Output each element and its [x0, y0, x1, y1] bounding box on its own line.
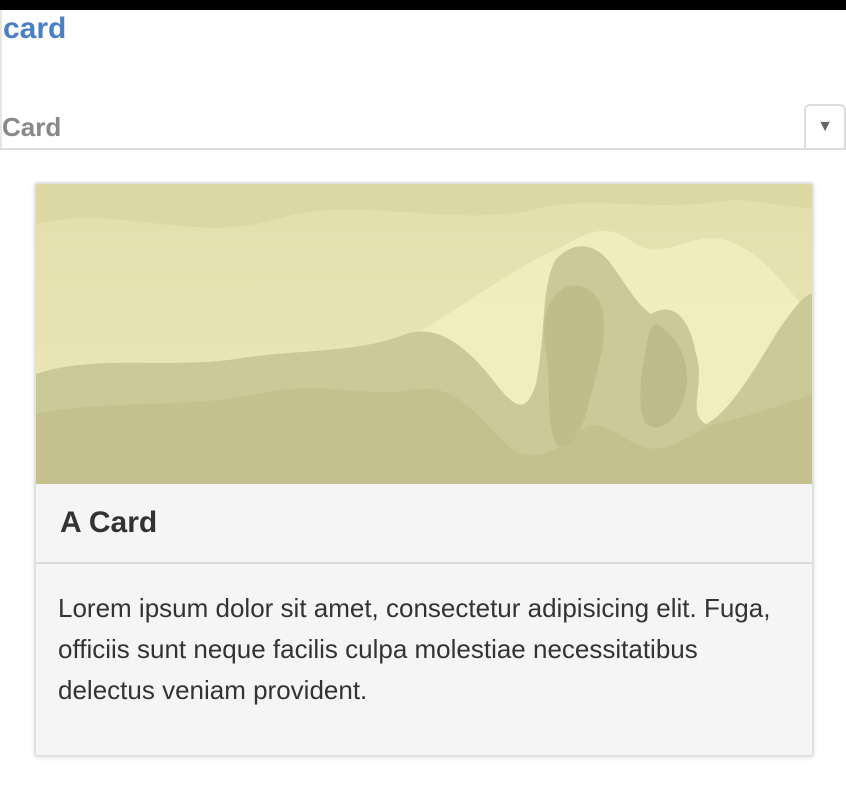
- top-bar: [0, 0, 846, 10]
- page-title-link[interactable]: card: [3, 12, 66, 46]
- card-body-text: Lorem ipsum dolor sit amet, consectetur …: [58, 593, 771, 705]
- card-title: A Card: [60, 506, 158, 539]
- section-header: Card ▼: [0, 102, 846, 150]
- card-image: [36, 184, 812, 484]
- triangle-down-icon: ▼: [817, 118, 833, 135]
- card: A Card Lorem ipsum dolor sit amet, conse…: [34, 182, 814, 757]
- card-header: A Card: [36, 484, 812, 564]
- dropdown-toggle-button[interactable]: ▼: [804, 104, 846, 148]
- section-title: Card: [2, 112, 62, 142]
